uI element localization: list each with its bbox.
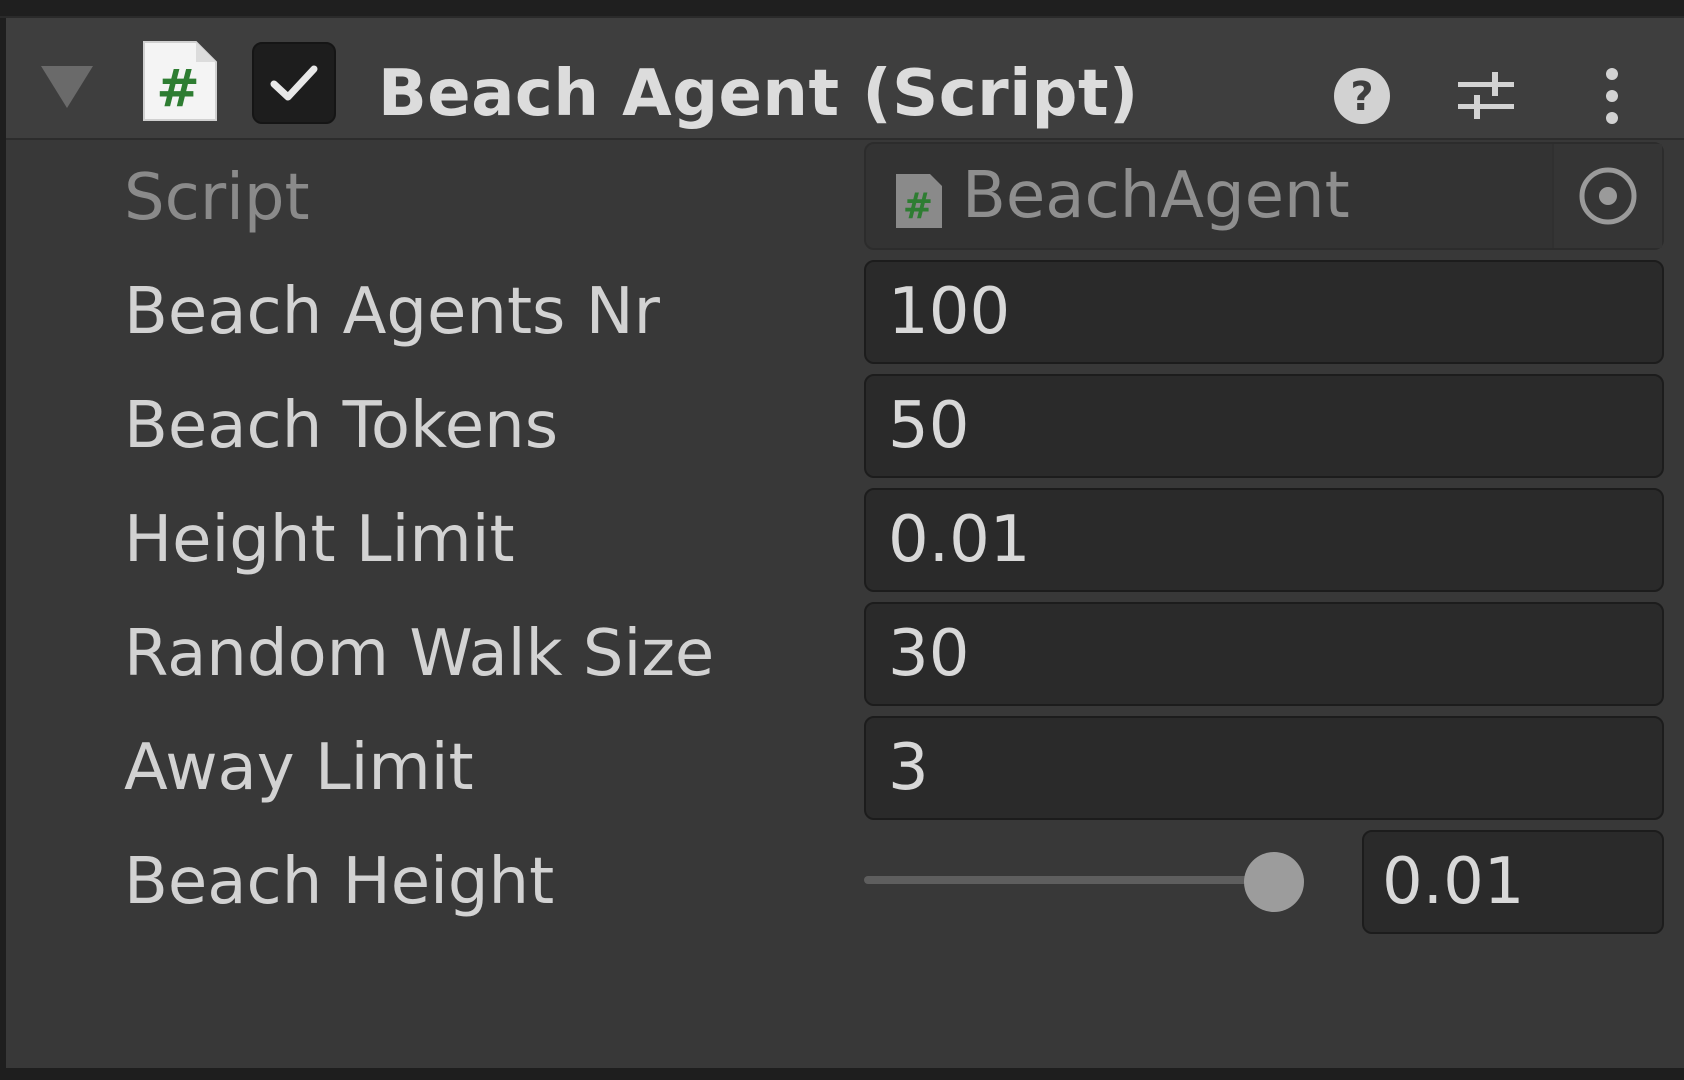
beach-height-value: 0.01 xyxy=(1382,845,1525,919)
script-row: Script # BeachAgent xyxy=(6,142,1684,254)
component-title: Beach Agent (Script) xyxy=(378,57,1139,131)
beach-agents-nr-row: Beach Agents Nr 100 xyxy=(6,256,1684,368)
beach-agents-nr-label: Beach Agents Nr xyxy=(124,275,660,349)
beach-agents-nr-value: 100 xyxy=(888,275,1011,349)
svg-text:#: # xyxy=(156,59,200,119)
top-separator xyxy=(0,0,1684,18)
beach-height-row: Beach Height 0.01 xyxy=(6,826,1684,938)
away-limit-value: 3 xyxy=(888,731,929,805)
script-name: BeachAgent xyxy=(962,159,1350,233)
component-header[interactable]: # Beach Agent (Script) ? xyxy=(6,18,1684,140)
beach-height-label: Beach Height xyxy=(124,845,555,919)
help-icon[interactable]: ? xyxy=(1326,60,1398,132)
height-limit-field[interactable]: 0.01 xyxy=(864,488,1664,592)
height-limit-row: Height Limit 0.01 xyxy=(6,484,1684,596)
csharp-script-icon: # xyxy=(894,172,944,230)
beach-height-slider-track[interactable] xyxy=(864,876,1304,884)
beach-height-slider-thumb[interactable] xyxy=(1244,852,1304,912)
script-label: Script xyxy=(124,161,310,235)
triangle-down-icon[interactable] xyxy=(41,62,93,112)
random-walk-size-label: Random Walk Size xyxy=(124,617,715,691)
kebab-menu-icon[interactable] xyxy=(1576,60,1648,132)
beach-agents-nr-field[interactable]: 100 xyxy=(864,260,1664,364)
away-limit-field[interactable]: 3 xyxy=(864,716,1664,820)
svg-text:#: # xyxy=(903,186,933,227)
inspector-component-panel: # Beach Agent (Script) ? Script # BeachA… xyxy=(6,18,1684,1068)
component-enabled-checkbox[interactable] xyxy=(252,42,336,124)
presets-icon[interactable] xyxy=(1450,60,1522,132)
script-object-field[interactable]: # BeachAgent xyxy=(864,142,1664,250)
beach-tokens-value: 50 xyxy=(888,389,970,463)
away-limit-row: Away Limit 3 xyxy=(6,712,1684,824)
svg-text:?: ? xyxy=(1350,74,1373,120)
checkmark-icon xyxy=(270,65,318,101)
random-walk-size-value: 30 xyxy=(888,617,970,691)
height-limit-value: 0.01 xyxy=(888,503,1031,577)
away-limit-label: Away Limit xyxy=(124,731,474,805)
beach-height-field[interactable]: 0.01 xyxy=(1362,830,1664,934)
beach-tokens-row: Beach Tokens 50 xyxy=(6,370,1684,482)
object-picker-icon[interactable] xyxy=(1552,144,1662,248)
bottom-separator xyxy=(0,1068,1684,1080)
beach-tokens-label: Beach Tokens xyxy=(124,389,559,463)
height-limit-label: Height Limit xyxy=(124,503,515,577)
random-walk-size-row: Random Walk Size 30 xyxy=(6,598,1684,710)
beach-tokens-field[interactable]: 50 xyxy=(864,374,1664,478)
random-walk-size-field[interactable]: 30 xyxy=(864,602,1664,706)
csharp-script-icon: # xyxy=(140,38,220,124)
